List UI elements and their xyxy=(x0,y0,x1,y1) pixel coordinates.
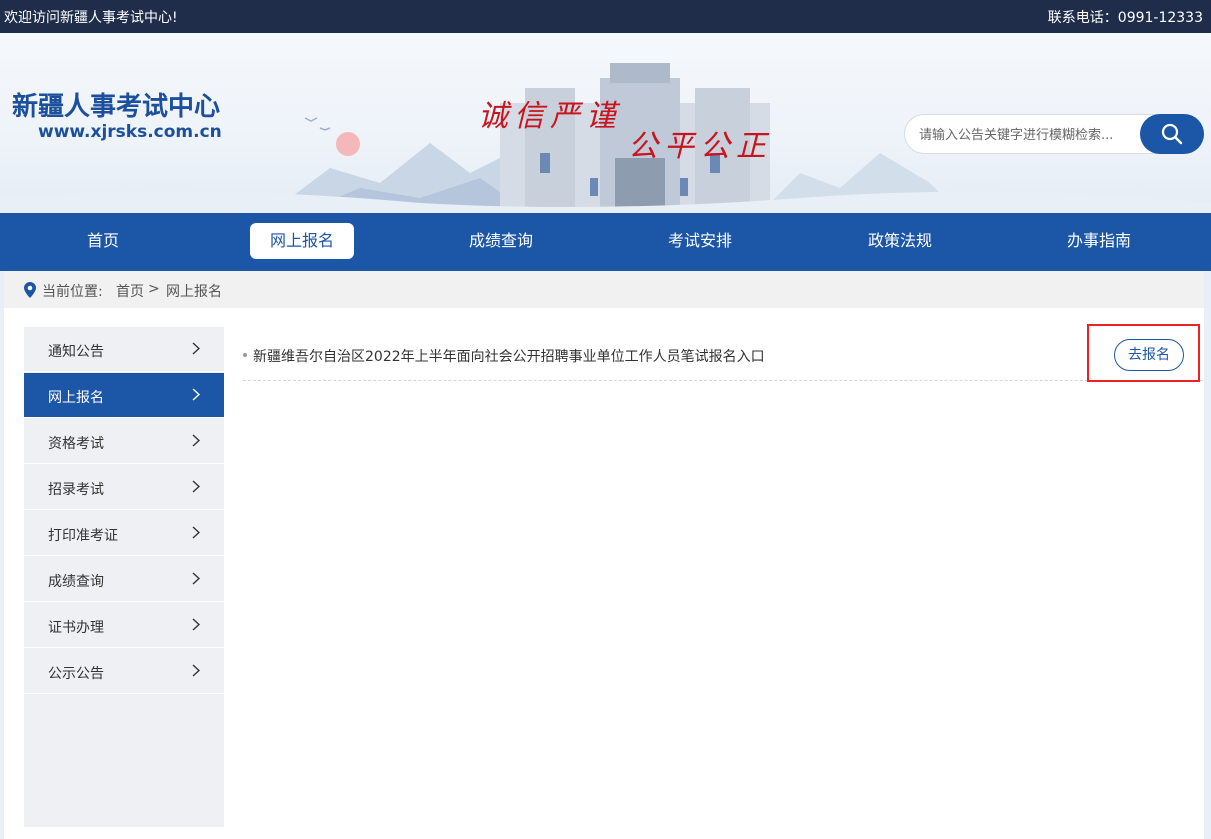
nav-item-score-query[interactable]: 成绩查询 xyxy=(449,223,553,259)
sidebar-item-notices[interactable]: 通知公告 xyxy=(24,327,224,372)
sidebar-item-label: 证书办理 xyxy=(48,620,104,636)
breadcrumb-label: 当前位置: xyxy=(42,284,103,300)
nav-item-exam-schedule[interactable]: 考试安排 xyxy=(648,223,752,259)
main-nav: 首页 网上报名 成绩查询 考试安排 政策法规 办事指南 xyxy=(0,213,1211,271)
chevron-right-icon xyxy=(192,342,200,355)
page-frame-left xyxy=(0,271,4,839)
page-frame-right xyxy=(1204,271,1211,839)
contact-phone: 联系电话：0991-12333 xyxy=(1047,10,1203,26)
chevron-right-icon xyxy=(192,572,200,585)
sidebar-item-label: 资格考试 xyxy=(48,436,104,452)
list-item: 新疆维吾尔自治区2022年上半年面向社会公开招聘事业单位工作人员笔试报名入口 去… xyxy=(243,333,1203,381)
chevron-right-icon xyxy=(192,434,200,447)
breadcrumb-home-link[interactable]: 首页 xyxy=(116,281,144,301)
sidebar-item-recruitment-exam[interactable]: 招录考试 xyxy=(24,465,224,510)
chevron-right-icon xyxy=(192,388,200,401)
breadcrumb-current: 网上报名 xyxy=(166,284,222,300)
sidebar-item-label: 打印准考证 xyxy=(48,528,118,544)
sidebar-item-label: 成绩查询 xyxy=(48,574,104,590)
highlight-box xyxy=(1087,324,1200,382)
sidebar-item-public-notices[interactable]: 公示公告 xyxy=(24,649,224,694)
nav-item-online-registration[interactable]: 网上报名 xyxy=(250,223,354,259)
breadcrumb: 当前位置: 首页 > 网上报名 xyxy=(4,271,1204,308)
bullet-icon xyxy=(243,353,247,357)
top-bar: 欢迎访问新疆人事考试中心! 联系电话：0991-12333 xyxy=(0,0,1211,33)
sidebar-item-label: 招录考试 xyxy=(48,482,104,498)
breadcrumb-separator: > xyxy=(148,281,160,297)
sidebar-item-label: 通知公告 xyxy=(48,344,104,360)
sidebar-item-online-registration[interactable]: 网上报名 xyxy=(24,373,224,418)
slogan-fairness: 公平公正 xyxy=(628,129,772,164)
sidebar-item-qualification-exam[interactable]: 资格考试 xyxy=(24,419,224,464)
registration-title-link[interactable]: 新疆维吾尔自治区2022年上半年面向社会公开招聘事业单位工作人员笔试报名入口 xyxy=(253,346,765,366)
search-box xyxy=(904,114,1204,154)
location-pin-icon xyxy=(24,282,36,298)
welcome-text: 欢迎访问新疆人事考试中心! xyxy=(4,10,178,26)
sidebar-item-certificates[interactable]: 证书办理 xyxy=(24,603,224,648)
site-header: 新疆人事考试中心 www.xjrsks.com.cn 诚信严谨 公平公正 xyxy=(0,33,1211,213)
search-icon xyxy=(1161,123,1183,145)
sidebar-item-label: 网上报名 xyxy=(48,390,104,406)
chevron-right-icon xyxy=(192,526,200,539)
chevron-right-icon xyxy=(192,480,200,493)
sidebar-item-print-admission-ticket[interactable]: 打印准考证 xyxy=(24,511,224,556)
sidebar-item-label: 公示公告 xyxy=(48,666,104,682)
search-input[interactable] xyxy=(919,124,1129,146)
sidebar-item-score-query[interactable]: 成绩查询 xyxy=(24,557,224,602)
nav-item-home[interactable]: 首页 xyxy=(51,223,155,259)
chevron-right-icon xyxy=(192,618,200,631)
slogan-integrity: 诚信严谨 xyxy=(478,99,622,134)
chevron-right-icon xyxy=(192,664,200,677)
sidebar: 通知公告 网上报名 资格考试 招录考试 打印准考证 成绩查询 证书办理 公示公告 xyxy=(24,327,224,827)
nav-item-policies[interactable]: 政策法规 xyxy=(848,223,952,259)
search-button[interactable] xyxy=(1140,114,1204,154)
nav-item-guide[interactable]: 办事指南 xyxy=(1047,223,1151,259)
